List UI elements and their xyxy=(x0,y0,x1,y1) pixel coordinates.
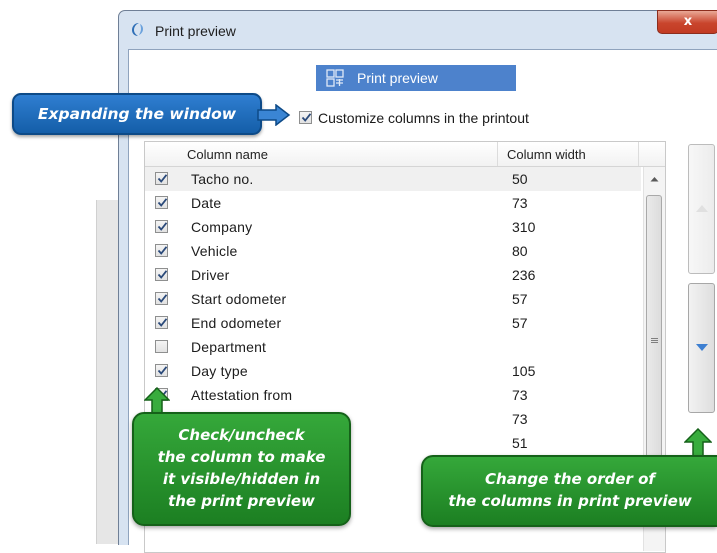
order-callout-line-1: Change the order of xyxy=(485,470,655,488)
check-callout-line-1: Check/uncheck xyxy=(178,426,305,444)
header-column-width[interactable]: Column width xyxy=(507,147,586,162)
table-row[interactable]: Day type 105 xyxy=(145,359,641,383)
move-down-arrow-icon xyxy=(696,344,708,351)
column-width-cell[interactable]: 57 xyxy=(512,315,528,331)
print-preview-label: Print preview xyxy=(357,70,438,86)
expand-window-callout: Expanding the window xyxy=(12,93,262,135)
column-width-cell[interactable]: 310 xyxy=(512,219,535,235)
column-width-cell[interactable]: 73 xyxy=(512,195,528,211)
checkmark-icon xyxy=(157,294,168,303)
check-callout-line-2: the column to make xyxy=(157,448,326,466)
checkmark-icon xyxy=(157,198,168,207)
column-name-cell: Day type xyxy=(191,363,248,379)
table-row[interactable]: End odometer 57 xyxy=(145,311,641,335)
table-row[interactable]: Tacho no. 50 xyxy=(145,167,641,191)
column-visible-checkbox[interactable] xyxy=(155,196,168,209)
column-width-cell[interactable]: 236 xyxy=(512,267,535,283)
checkmark-icon xyxy=(157,366,168,375)
column-visible-checkbox[interactable] xyxy=(155,244,168,257)
checkmark-icon xyxy=(157,246,168,255)
column-name-cell: Department xyxy=(191,339,267,355)
column-width-cell[interactable]: 105 xyxy=(512,363,535,379)
move-up-arrow-icon xyxy=(696,205,708,212)
column-width-cell[interactable]: 73 xyxy=(512,387,528,403)
table-row[interactable]: Company 310 xyxy=(145,215,641,239)
checkmark-icon xyxy=(157,222,168,231)
checkmark-icon xyxy=(157,174,168,183)
title-bar[interactable]: Print preview x xyxy=(119,10,717,49)
column-name-cell: Tacho no. xyxy=(191,171,254,187)
order-callout-line-2: the columns in print preview xyxy=(448,492,692,510)
scrollbar-grip xyxy=(651,338,658,339)
scroll-up-arrow-icon[interactable] xyxy=(650,176,659,182)
checkmark-icon xyxy=(301,113,312,122)
table-row[interactable]: Start odometer 57 xyxy=(145,287,641,311)
checkmark-icon xyxy=(157,270,168,279)
customize-columns-label: Customize columns in the printout xyxy=(318,110,529,126)
column-visible-checkbox[interactable] xyxy=(155,340,168,353)
checkmark-icon xyxy=(157,318,168,327)
expand-window-callout-text: Expanding the window xyxy=(37,105,237,123)
column-width-cell[interactable]: 57 xyxy=(512,291,528,307)
check-callout-line-4: the print preview xyxy=(168,492,315,510)
grid-header: Column name Column width xyxy=(145,142,665,167)
move-up-button[interactable] xyxy=(688,144,715,274)
print-preview-icon xyxy=(326,69,344,87)
change-order-callout: Change the order of the columns in print… xyxy=(421,455,717,527)
column-visible-checkbox[interactable] xyxy=(155,172,168,185)
arrow-up-icon xyxy=(684,428,712,458)
table-row[interactable]: Department xyxy=(145,335,641,359)
column-name-cell: Company xyxy=(191,219,253,235)
close-button[interactable]: x xyxy=(657,10,717,34)
column-name-cell: Driver xyxy=(191,267,230,283)
check-callout-line-3: it visible/hidden in xyxy=(162,470,321,488)
column-width-cell[interactable]: 50 xyxy=(512,171,528,187)
table-row[interactable]: Attestation from 73 xyxy=(145,383,641,407)
print-preview-button[interactable]: Print preview xyxy=(316,65,516,91)
column-name-cell: Attestation from xyxy=(191,387,293,403)
column-width-cell[interactable]: 80 xyxy=(512,243,528,259)
window-title: Print preview xyxy=(155,23,236,39)
customize-columns-checkbox[interactable] xyxy=(299,111,312,124)
column-visible-checkbox[interactable] xyxy=(155,316,168,329)
column-name-cell: Vehicle xyxy=(191,243,238,259)
header-column-name[interactable]: Column name xyxy=(187,147,268,162)
table-row[interactable]: Vehicle 80 xyxy=(145,239,641,263)
column-name-cell: Start odometer xyxy=(191,291,287,307)
column-visible-checkbox[interactable] xyxy=(155,364,168,377)
arrow-right-icon xyxy=(257,104,291,126)
app-logo-icon xyxy=(132,23,143,36)
arrow-up-icon xyxy=(144,387,170,414)
table-row[interactable]: Driver 236 xyxy=(145,263,641,287)
scrollbar-thumb[interactable] xyxy=(646,195,662,495)
table-row[interactable]: Date 73 xyxy=(145,191,641,215)
column-width-cell[interactable]: 51 xyxy=(512,435,528,451)
column-width-cell[interactable]: 73 xyxy=(512,411,528,427)
check-uncheck-callout: Check/uncheck the column to make it visi… xyxy=(132,412,351,526)
move-down-button[interactable] xyxy=(688,283,715,413)
header-divider[interactable] xyxy=(638,142,639,166)
column-visible-checkbox[interactable] xyxy=(155,268,168,281)
header-divider[interactable] xyxy=(497,142,498,166)
column-visible-checkbox[interactable] xyxy=(155,292,168,305)
column-name-cell: Date xyxy=(191,195,222,211)
column-name-cell: End odometer xyxy=(191,315,282,331)
column-visible-checkbox[interactable] xyxy=(155,220,168,233)
